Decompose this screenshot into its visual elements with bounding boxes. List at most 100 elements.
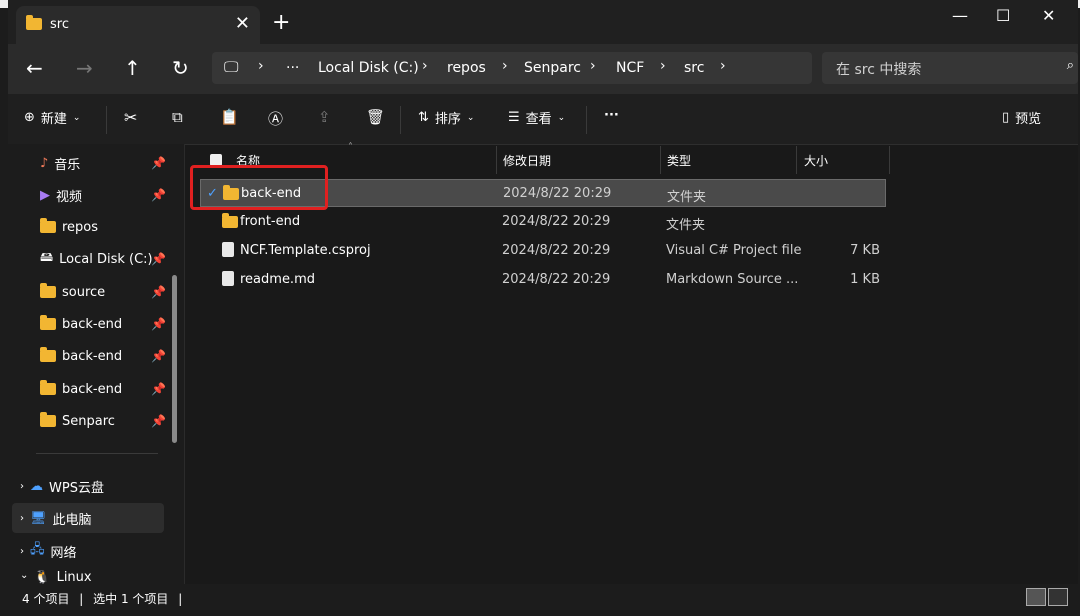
delete-icon[interactable]: 🗑 — [366, 108, 385, 126]
chevron-down-icon: ⌄ — [466, 112, 475, 123]
chevron-right-icon: › — [20, 545, 24, 557]
breadcrumb-senparc[interactable]: Senparc — [524, 60, 581, 76]
sidebar-item-label: 此电脑 — [52, 512, 92, 528]
file-date: 2024/8/22 20:29 — [502, 243, 611, 258]
tab-src[interactable]: src ✕ — [16, 6, 260, 44]
more-options-button[interactable]: ··· — [604, 108, 619, 123]
address-bar[interactable]: 🖵 › ··· Local Disk (C:) › repos › Senpar… — [212, 52, 812, 84]
sidebar-item-network[interactable]: › 🖧 网络 — [20, 536, 170, 566]
view-icon: ☰ — [508, 110, 520, 125]
refresh-button[interactable]: ↻ — [172, 56, 189, 80]
pin-icon: 📌 — [151, 414, 166, 428]
sort-label: 排序 — [434, 112, 461, 127]
paste-icon[interactable]: 📋 — [220, 108, 239, 126]
sort-icon: ⇅ — [418, 110, 429, 125]
breadcrumb-more[interactable]: ··· — [286, 60, 299, 76]
table-row[interactable]: NCF.Template.csproj 2024/8/22 20:29 Visu… — [200, 237, 886, 265]
sidebar-item-video[interactable]: ▶ 视频 📌 — [40, 180, 170, 210]
file-type: Visual C# Project file — [666, 243, 802, 258]
sidebar-scrollbar[interactable] — [172, 275, 177, 443]
forward-button[interactable]: → — [76, 56, 93, 80]
chevron-right-icon: › — [20, 512, 24, 524]
up-button[interactable]: ↑ — [124, 56, 141, 80]
sidebar-item-source[interactable]: source 📌 — [40, 277, 170, 307]
pin-icon: 📌 — [151, 382, 166, 396]
sort-ascending-icon: ˄ — [348, 142, 353, 153]
table-row[interactable]: readme.md 2024/8/22 20:29 Markdown Sourc… — [200, 266, 886, 294]
sidebar-item-music[interactable]: ♪ 音乐 📌 — [40, 148, 170, 178]
column-divider — [796, 146, 797, 174]
plus-circle-icon: ⊕ — [24, 110, 35, 125]
csproj-file-icon — [222, 242, 234, 261]
close-tab-icon[interactable]: ✕ — [235, 13, 250, 34]
sort-button[interactable]: ⇅ 排序 ⌄ — [418, 108, 474, 127]
video-icon: ▶ — [40, 187, 50, 203]
folder-icon — [40, 380, 56, 395]
preview-pane-icon: ▯ — [1002, 110, 1010, 125]
drive-icon: 🖴 — [40, 250, 54, 265]
tab-title: src — [50, 17, 69, 32]
view-button[interactable]: ☰ 查看 ⌄ — [508, 108, 565, 127]
column-header-date[interactable]: 修改日期 — [503, 146, 551, 174]
sidebar-item-back-end[interactable]: back-end 📌 — [40, 374, 170, 404]
new-button[interactable]: ⊕ 新建 ⌄ — [24, 108, 80, 127]
file-size: 1 KB — [850, 272, 880, 287]
status-text: 4 个项目 | 选中 1 个项目 | — [22, 592, 183, 606]
details-view-icon[interactable] — [1026, 588, 1046, 606]
file-type: Markdown Source ... — [666, 272, 799, 287]
chevron-right-icon: › — [720, 58, 726, 74]
column-header-type[interactable]: 类型 — [667, 146, 691, 174]
sidebar-item-wps[interactable]: › ☁ WPS云盘 — [20, 471, 170, 501]
preview-label: 预览 — [1015, 112, 1042, 127]
search-box[interactable]: 在 src 中搜索 ⌕ — [822, 52, 1078, 84]
chevron-right-icon: › — [422, 58, 428, 74]
rename-icon[interactable]: Ⓐ — [268, 108, 283, 129]
close-window-button[interactable]: ✕ — [1042, 6, 1055, 25]
back-button[interactable]: ← — [26, 56, 43, 80]
new-tab-button[interactable]: + — [272, 10, 290, 35]
folder-icon — [26, 15, 42, 34]
maximize-button[interactable]: ☐ — [996, 6, 1010, 25]
sidebar-item-repos[interactable]: repos — [40, 212, 170, 242]
sidebar-item-label: Linux — [56, 570, 92, 584]
sidebar-item-linux[interactable]: ⌄ 🐧 Linux — [20, 570, 170, 584]
breadcrumb-local-disk[interactable]: Local Disk (C:) — [318, 60, 419, 76]
copy-icon[interactable]: ⧉ — [172, 108, 183, 126]
divider — [586, 106, 587, 134]
sidebar-item-back-end[interactable]: back-end 📌 — [40, 341, 170, 371]
preview-button[interactable]: ▯ 预览 — [1002, 108, 1041, 127]
search-icon: ⌕ — [1066, 58, 1074, 73]
file-size: 7 KB — [850, 243, 880, 258]
selection-count: 选中 1 个项目 — [93, 592, 169, 606]
computer-icon: 🖵 — [224, 58, 239, 76]
sidebar-item-local-disk[interactable]: 🖴 Local Disk (C:) 📌 — [40, 244, 170, 274]
minimize-button[interactable]: — — [952, 6, 968, 25]
file-name: NCF.Template.csproj — [240, 243, 371, 258]
cloud-icon: ☁ — [30, 478, 43, 494]
file-type: 文件夹 — [666, 218, 706, 233]
breadcrumb-repos[interactable]: repos — [447, 60, 486, 76]
breadcrumb-ncf[interactable]: NCF — [616, 60, 644, 76]
breadcrumb-src[interactable]: src — [684, 60, 704, 76]
folder-icon — [40, 315, 56, 330]
sidebar-item-senparc[interactable]: Senparc 📌 — [40, 406, 170, 436]
pin-icon: 📌 — [151, 188, 166, 202]
cut-icon[interactable]: ✂ — [124, 108, 137, 127]
linux-icon: 🐧 — [34, 570, 51, 584]
search-input[interactable]: 在 src 中搜索 — [836, 59, 921, 79]
sidebar-item-back-end[interactable]: back-end 📌 — [40, 309, 170, 339]
tiles-view-icon[interactable] — [1048, 588, 1068, 606]
share-icon[interactable]: ⇪ — [318, 108, 331, 126]
sidebar-item-label: back-end — [62, 348, 123, 364]
sidebar-item-label: WPS云盘 — [49, 480, 104, 496]
chevron-right-icon: › — [590, 58, 596, 74]
pin-icon: 📌 — [151, 317, 166, 331]
table-row[interactable]: front-end 2024/8/22 20:29 文件夹 — [200, 208, 886, 236]
sidebar-item-label: Local Disk (C:) — [59, 251, 153, 267]
new-label: 新建 — [40, 112, 67, 127]
music-icon: ♪ — [40, 155, 49, 171]
column-header-size[interactable]: 大小 — [804, 146, 828, 174]
folder-icon — [40, 412, 56, 427]
sidebar-item-this-pc[interactable]: › 🖥 此电脑 — [12, 503, 164, 533]
sidebar-item-label: back-end — [62, 316, 123, 332]
